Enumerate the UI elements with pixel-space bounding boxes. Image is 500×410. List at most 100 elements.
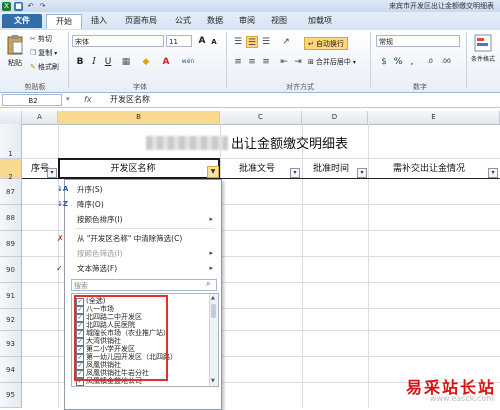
percent-icon[interactable]: % bbox=[392, 56, 404, 68]
align-top-icon[interactable]: ☰ bbox=[232, 36, 244, 48]
menu-sort-by-color[interactable]: 按颜色排序(I) ▸ bbox=[65, 212, 219, 227]
checklist-scrollbar[interactable]: ▲ ▼ bbox=[209, 294, 218, 386]
row-header-95[interactable]: 95 bbox=[0, 383, 22, 408]
menu-sort-descending[interactable]: ↓Z 降序(O) bbox=[57, 197, 219, 212]
row-header-1[interactable]: 1 bbox=[0, 124, 22, 159]
filter-dropdown-c[interactable]: ▾ bbox=[290, 168, 300, 178]
header-cell-approval-no[interactable]: 批准文号 bbox=[220, 159, 294, 179]
clear-filter-icon: ✗ bbox=[57, 234, 64, 243]
row-header-91[interactable]: 91 bbox=[0, 283, 22, 309]
paste-label: 粘贴 bbox=[8, 59, 22, 67]
row-header-87[interactable]: 87 bbox=[0, 179, 22, 205]
row-header-89[interactable]: 89 bbox=[0, 231, 22, 257]
copy-button[interactable]: ❐ 复制 ▾ bbox=[30, 48, 57, 58]
tab-data[interactable]: 数据 bbox=[200, 14, 230, 28]
formula-input[interactable]: 开发区名称 bbox=[110, 94, 150, 106]
row-header-93[interactable]: 93 bbox=[0, 331, 22, 357]
filter-funnel-icon[interactable]: ▼ bbox=[207, 166, 219, 178]
column-header-b[interactable]: B bbox=[58, 111, 220, 124]
phonetic-button[interactable]: wén bbox=[180, 56, 196, 68]
column-header-c[interactable]: C bbox=[220, 111, 302, 124]
increase-decimal-icon[interactable]: .0 bbox=[424, 56, 436, 68]
font-size-select[interactable]: 11 bbox=[166, 35, 192, 47]
highlight-box bbox=[74, 295, 168, 381]
align-center-icon[interactable]: ≡ bbox=[246, 56, 258, 68]
scroll-up-icon[interactable]: ▲ bbox=[211, 295, 215, 301]
format-painter-button[interactable]: ✎ 格式刷 bbox=[30, 62, 59, 72]
column-header-e[interactable]: E bbox=[368, 111, 500, 124]
name-box[interactable]: B2 bbox=[2, 94, 62, 106]
tab-formulas[interactable]: 公式 bbox=[168, 14, 198, 28]
menu-clear-filter[interactable]: ✗ 从 "开发区名称" 中清除筛选(C) bbox=[57, 231, 219, 246]
check-mark-icon: ✓ bbox=[56, 264, 63, 273]
scrollbar-thumb[interactable] bbox=[211, 304, 216, 318]
header-cell-payment-status[interactable]: 需补交出让金情况 bbox=[368, 159, 490, 179]
menu-text-filter[interactable]: ✓ 文本筛选(F) ▸ bbox=[56, 261, 219, 276]
conditional-format-button[interactable]: 条件格式 bbox=[468, 34, 498, 63]
blurred-region-name bbox=[146, 136, 228, 150]
excel-icon[interactable]: X bbox=[2, 1, 11, 11]
search-input[interactable]: 搜索 bbox=[71, 279, 217, 291]
tab-page-layout[interactable]: 页面布局 bbox=[116, 14, 166, 28]
filter-dropdown-d[interactable]: ▾ bbox=[357, 168, 367, 178]
row-header-90[interactable]: 90 bbox=[0, 257, 22, 283]
italic-button[interactable]: I bbox=[88, 56, 100, 68]
save-icon[interactable]: ■ bbox=[14, 1, 23, 11]
formula-bar: B2 ▾ fx 开发区名称 bbox=[0, 93, 500, 108]
number-format-select[interactable]: 常规 bbox=[376, 35, 460, 47]
column-headers: A B C D E bbox=[0, 111, 500, 125]
divider bbox=[68, 32, 69, 88]
orientation-icon[interactable]: ↗ bbox=[280, 36, 292, 48]
menu-sort-ascending[interactable]: ↓A 升序(S) bbox=[57, 182, 219, 197]
fill-color-icon[interactable]: ◆ bbox=[140, 56, 152, 68]
underline-button[interactable]: U bbox=[102, 56, 114, 68]
comma-icon[interactable]: , bbox=[406, 56, 418, 68]
shrink-font-button[interactable]: A bbox=[208, 36, 220, 48]
ribbon-tabs: 文件 开始 插入 页面布局 公式 数据 审阅 视图 加载项 bbox=[0, 12, 500, 31]
row-header-92[interactable]: 92 bbox=[0, 309, 22, 331]
select-all-corner[interactable] bbox=[0, 111, 22, 124]
undo-icon[interactable]: ↶ bbox=[26, 2, 35, 11]
fx-icon[interactable]: fx bbox=[84, 95, 92, 104]
alignment-group-label: 对齐方式 bbox=[286, 83, 314, 91]
redo-icon[interactable]: ↷ bbox=[38, 2, 47, 11]
header-cell-zone-name[interactable]: 开发区名称 bbox=[58, 159, 208, 179]
bold-button[interactable]: B bbox=[74, 56, 86, 68]
tab-review[interactable]: 审阅 bbox=[232, 14, 262, 28]
column-header-a[interactable]: A bbox=[22, 111, 58, 124]
paste-button[interactable]: 粘贴 bbox=[4, 34, 26, 68]
cut-button[interactable]: ✂ 剪切 bbox=[30, 34, 52, 44]
align-left-icon[interactable]: ≡ bbox=[232, 56, 244, 68]
quick-access-toolbar: X ■ ↶ ↷ bbox=[2, 1, 47, 11]
tab-insert[interactable]: 插入 bbox=[84, 14, 114, 28]
increase-indent-icon[interactable]: ⇥ bbox=[292, 56, 304, 68]
align-right-icon[interactable]: ≡ bbox=[260, 56, 272, 68]
number-group-label: 数字 bbox=[413, 83, 427, 91]
copy-icon: ❐ bbox=[30, 49, 37, 57]
decrease-decimal-icon[interactable]: .00 bbox=[440, 56, 452, 68]
tab-file[interactable]: 文件 bbox=[2, 14, 42, 28]
menu-filter-by-color[interactable]: 按颜色筛选(I) ▸ bbox=[65, 246, 219, 261]
row-header-2[interactable]: 2 bbox=[0, 159, 22, 181]
font-name-select[interactable]: 宋体 bbox=[72, 35, 164, 47]
filter-dropdown-e[interactable]: ▾ bbox=[488, 168, 498, 178]
header-cell-approval-date[interactable]: 批准时间 bbox=[302, 159, 360, 179]
name-box-dropdown-icon[interactable]: ▾ bbox=[66, 95, 70, 103]
wrap-text-button[interactable]: ↵ 自动换行 bbox=[304, 37, 348, 50]
tab-home[interactable]: 开始 bbox=[46, 14, 82, 29]
align-bottom-icon[interactable]: ☰ bbox=[260, 36, 272, 48]
filter-dropdown-a[interactable]: ▾ bbox=[47, 168, 57, 178]
border-icon[interactable]: ▦ bbox=[120, 56, 132, 68]
tab-addins[interactable]: 加载项 bbox=[300, 14, 340, 28]
scroll-down-icon[interactable]: ▼ bbox=[211, 378, 215, 384]
column-header-d[interactable]: D bbox=[302, 111, 368, 124]
row-header-88[interactable]: 88 bbox=[0, 205, 22, 231]
currency-icon[interactable]: $ bbox=[378, 56, 390, 68]
decrease-indent-icon[interactable]: ⇤ bbox=[278, 56, 290, 68]
font-color-icon[interactable]: A bbox=[160, 56, 172, 68]
align-middle-icon[interactable]: ☰ bbox=[246, 36, 258, 48]
row-header-94[interactable]: 94 bbox=[0, 357, 22, 383]
grow-font-button[interactable]: A bbox=[196, 35, 208, 47]
tab-view[interactable]: 视图 bbox=[264, 14, 294, 28]
merge-center-button[interactable]: ⊞ 合并后居中 ▾ bbox=[308, 57, 356, 67]
